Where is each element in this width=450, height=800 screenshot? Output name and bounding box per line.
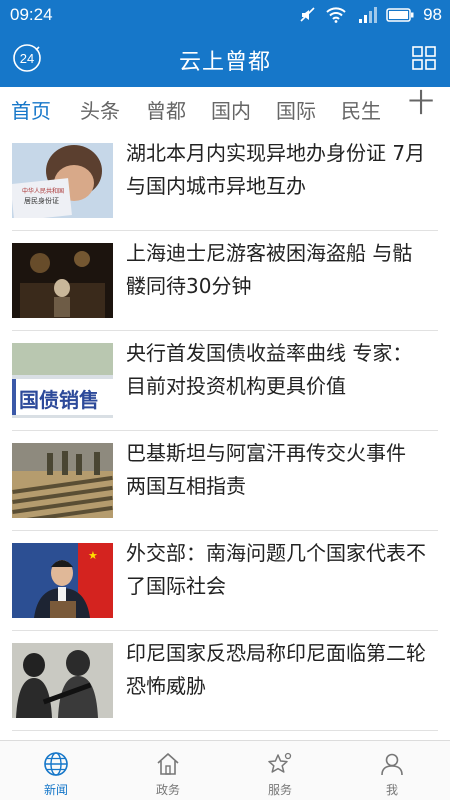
svg-text:居民身份证: 居民身份证 xyxy=(24,196,59,205)
battery-icon xyxy=(386,8,414,22)
tab-zengdu[interactable]: 曾都 xyxy=(146,95,186,124)
news-headline: 巴基斯坦与阿富汗再传交火事件 两国互相指责 xyxy=(126,441,406,498)
add-tab-button[interactable]: 十 xyxy=(408,91,434,117)
app-bar: 24 云上曾都 xyxy=(0,30,450,87)
star-icon xyxy=(268,752,292,773)
nav-me[interactable]: 我 xyxy=(336,741,448,800)
tab-livelihood[interactable]: 民生 xyxy=(341,95,381,124)
category-tabs: 首页 头条 曾都 国内 国际 民生 十 xyxy=(0,87,450,131)
list-item[interactable]: 中华人民共和国 居民身份证 湖北本月内实现异地办身份证 7月与国内城市异地互办 xyxy=(0,131,450,231)
list-item[interactable]: 国债销售 央行首发国债收益率曲线 专家：目前对投资机构更具价值 xyxy=(0,331,450,431)
nav-government[interactable]: 政务 xyxy=(112,741,224,800)
divider xyxy=(12,730,438,731)
nav-government-label: 政务 xyxy=(155,783,180,797)
grid-menu-button[interactable] xyxy=(412,46,436,70)
news-headline: 外交部：南海问题几个国家代表不了国际社会 xyxy=(126,541,426,598)
list-item[interactable]: ★ 外交部：南海问题几个国家代表不了国际社会 xyxy=(0,531,450,631)
tab-domestic[interactable]: 国内 xyxy=(211,95,251,124)
svg-text:国债销售: 国债销售 xyxy=(19,388,99,412)
status-bar: 09:24 98 xyxy=(0,0,450,30)
news-headline: 央行首发国债收益率曲线 专家：目前对投资机构更具价值 xyxy=(126,341,413,398)
globe-icon xyxy=(44,752,68,776)
news-thumbnail xyxy=(12,443,113,518)
person-icon xyxy=(381,753,403,776)
news-headline: 印尼国家反恐局称印尼面临第二轮恐怖威胁 xyxy=(126,641,426,698)
status-time: 09:24 xyxy=(10,5,53,24)
bottom-navigation: 新闻 政务 服务 我 xyxy=(0,740,450,800)
news-headline: 上海迪士尼游客被困海盗船 与骷髅同待30分钟 xyxy=(126,241,413,298)
mute-icon xyxy=(300,7,315,22)
svg-text:中华人民共和国: 中华人民共和国 xyxy=(22,187,64,195)
tab-home[interactable]: 首页 xyxy=(11,95,51,124)
nav-news[interactable]: 新闻 xyxy=(0,741,112,800)
news-thumbnail xyxy=(12,243,113,318)
list-item[interactable]: 印尼国家反恐局称印尼面临第二轮恐怖威胁 xyxy=(0,631,450,731)
news-thumbnail: 中华人民共和国 居民身份证 xyxy=(12,143,113,218)
signal-icon xyxy=(359,7,378,23)
tab-international[interactable]: 国际 xyxy=(276,95,316,124)
battery-level: 98 xyxy=(423,5,442,24)
news-thumbnail xyxy=(12,643,113,718)
nav-services[interactable]: 服务 xyxy=(224,741,336,800)
news-headline: 湖北本月内实现异地办身份证 7月与国内城市异地互办 xyxy=(126,141,426,198)
nav-me-label: 我 xyxy=(385,783,398,797)
home-icon xyxy=(157,753,179,775)
list-item[interactable]: 上海迪士尼游客被困海盗船 与骷髅同待30分钟 xyxy=(0,231,450,331)
news-thumbnail: ★ xyxy=(12,543,113,618)
status-icons: 98 xyxy=(299,4,442,26)
svg-text:★: ★ xyxy=(88,549,98,562)
app-title: 云上曾都 xyxy=(178,50,271,75)
nav-news-label: 新闻 xyxy=(43,783,68,797)
list-item[interactable]: 巴基斯坦与阿富汗再传交火事件 两国互相指责 xyxy=(0,431,450,531)
wifi-icon xyxy=(326,7,346,23)
news-thumbnail: 国债销售 xyxy=(12,343,113,418)
grid-icon xyxy=(412,46,436,70)
nav-services-label: 服务 xyxy=(267,783,292,797)
tab-headlines[interactable]: 头条 xyxy=(80,95,120,124)
